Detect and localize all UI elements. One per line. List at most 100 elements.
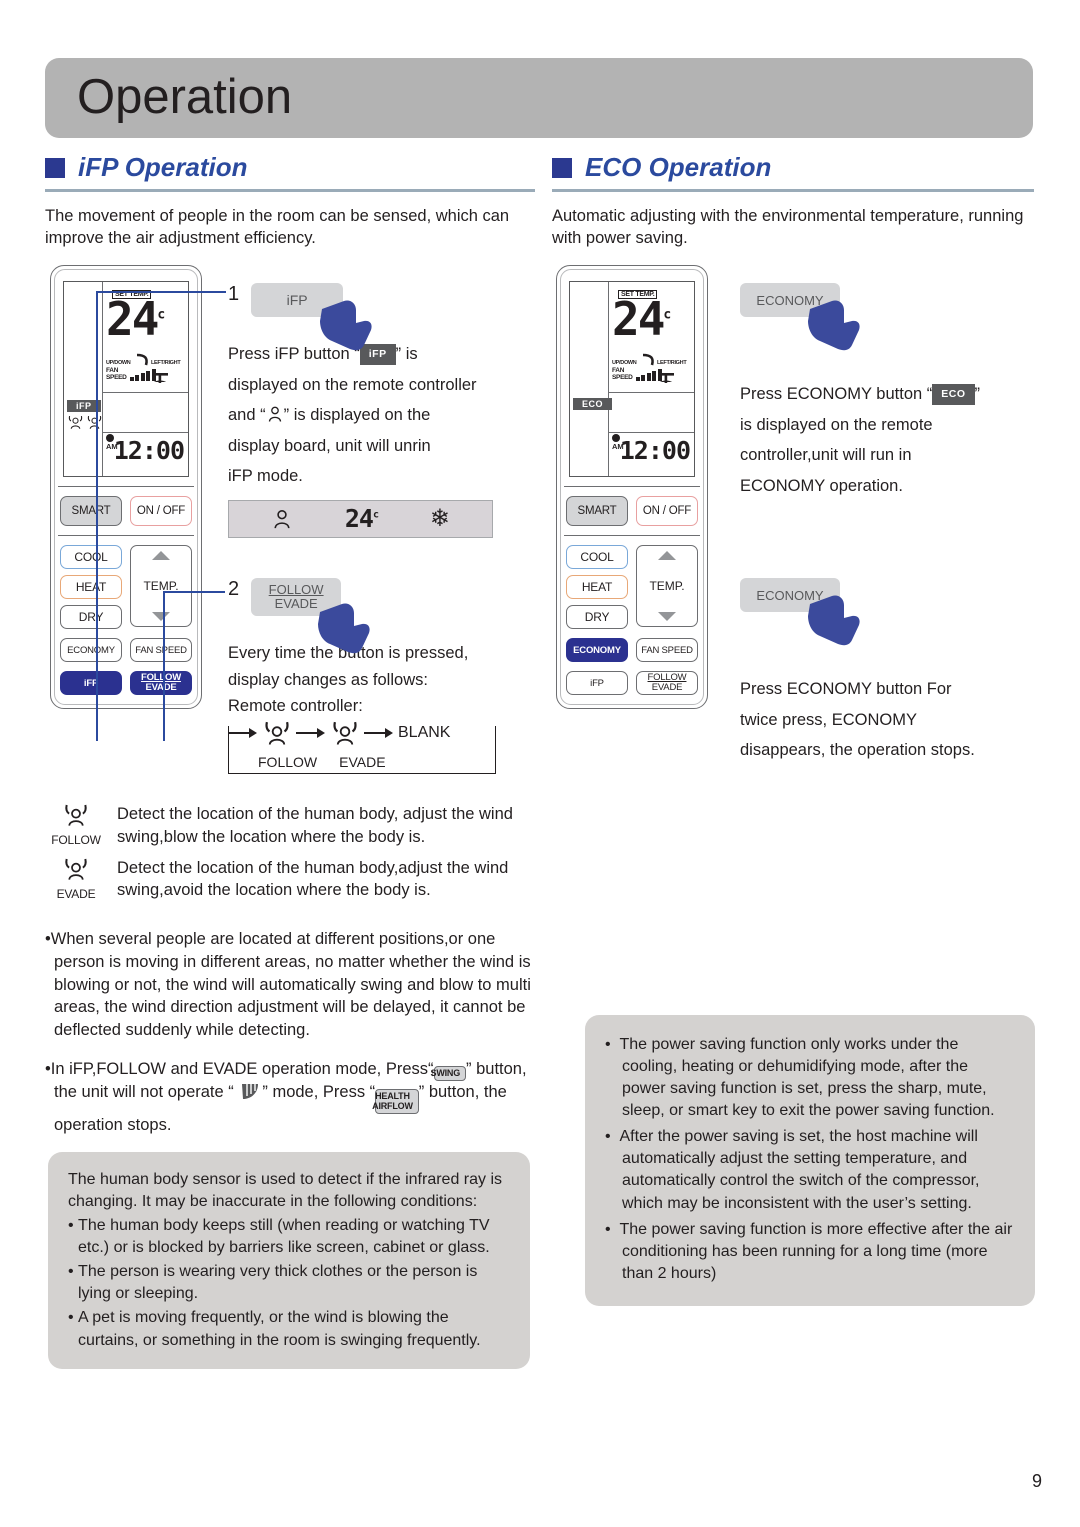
remote-button-fan-speed[interactable]: FAN SPEED [636,638,698,663]
lcd-leftright-label: LEFT/RIGHT [151,360,181,366]
section-bullet-square-icon [552,157,572,178]
arrow-icon-1 [228,728,258,739]
follow-evade-legend: FOLLOW Detect the location of the human … [45,803,545,910]
legend-evade-text: Detect the location of the human body,ad… [117,858,509,900]
fan-speed-bars-icon [635,369,662,381]
remote-button-smart[interactable]: SMART [60,496,122,527]
step-2-number: 2 [228,578,240,600]
remote-button-ifp[interactable]: iFP [60,671,122,696]
remote-row-smart: SMART ON / OFF [58,496,194,527]
remote-separator-2 [564,535,700,537]
lcd-temperature-unit: c [157,307,166,323]
remote-temp-pad[interactable]: TEMP. [636,545,698,628]
note-left-item-2: • The person is wearing very thick cloth… [68,1263,478,1303]
lcd-fan-label: FAN SPEED [612,367,633,381]
eco-step-2-line2: twice press, ECONOMY [740,710,917,729]
remote-row-smart: SMART ON / OFF [564,496,700,527]
step-2-line2: display changes as follows: [228,670,428,689]
flow-label-blank: BLANK [398,724,451,742]
remote-row-modes: COOL HEAT DRY TEMP. [58,545,194,630]
step-1-text: Press iFP button “iFP” is displayed on t… [228,339,528,492]
section-heading-eco: ECO Operation [552,152,1034,183]
step-1-block: 1 iFP Press iFP button “iFP” is displaye… [228,283,528,538]
remote-button-on-off[interactable]: ON / OFF [636,496,698,527]
temp-up-arrow-icon[interactable] [152,551,170,561]
note-right-list: • The power saving function only works u… [605,1034,1015,1285]
remote-button-smart[interactable]: SMART [566,496,628,527]
note-right-item-3: • The power saving function is more effe… [605,1220,1013,1282]
temp-up-arrow-icon[interactable] [658,551,676,561]
remote-button-follow-evade[interactable]: FOLLOW EVADE [130,671,192,696]
lcd-temperature-value: 24 [612,292,665,346]
legend-evade-label: EVADE [56,886,96,901]
lcd-hrule-2 [102,432,188,434]
arrow-icon-3 [364,728,394,739]
section-bullet-square-icon [45,157,65,178]
lcd-hrule-1 [102,392,188,394]
board-temperature: 24c [344,504,379,534]
arrow-icon-2 [296,728,326,739]
eco-step-2-text: Press ECONOMY button For twice press, EC… [740,674,1040,766]
note-box-human-body-sensor: The human body sensor is used to detect … [48,1152,530,1369]
left-bullet-list: •When several people are located at diff… [45,928,545,1153]
lcd-fan-speed: FAN SPEED [106,367,156,381]
board-person-icon [274,509,290,528]
eco-step-1-line4: ECONOMY operation. [740,476,903,495]
remote-temp-pad[interactable]: TEMP. [130,545,192,628]
pointing-hand-icon [318,603,370,654]
section-title-ifp: iFP Operation [78,152,248,182]
pointing-hand-icon [320,300,372,351]
remote-button-fan-speed[interactable]: FAN SPEED [130,638,192,663]
legend-follow-text: Detect the location of the human body, a… [117,805,513,846]
intro-text-eco: Automatic adjusting with the environment… [552,207,1024,248]
health-airflow-button-icon: HEALTH AIRFLOW [372,1089,419,1115]
leader-line-fe-h [163,591,225,593]
leader-line-ifp-h [96,291,226,293]
pointing-hand-icon [808,300,860,351]
page-header-banner: Operation [45,58,1033,138]
eco-step-2-line3: disappears, the operation stops. [740,741,975,760]
section-rule [552,189,1034,192]
remote-button-follow-evade[interactable]: FOLLOW EVADE [636,671,698,696]
remote-button-on-off[interactable]: ON / OFF [130,496,192,527]
flow-label-follow: FOLLOW [258,754,318,771]
remote-row-ifp-followevade: iFP FOLLOW EVADE [58,671,194,696]
inline-tag-eco: ECO [932,384,975,406]
temp-down-arrow-icon[interactable] [152,612,170,622]
remote-button-dry[interactable]: DRY [566,605,628,630]
remote-temp-label: TEMP. [649,579,685,594]
lcd-temperature-value: 24 [106,292,159,346]
lcd-updown-label: UP/DOWN [612,360,637,366]
remote-button-dry[interactable]: DRY [60,605,122,630]
flow-sequence: BLANK [228,720,496,746]
lcd-clock-time: 12:00 [113,436,185,465]
section-rule [45,189,535,192]
note-left-list: • The human body keeps still (when readi… [68,1215,510,1351]
swing-button-icon: ↕ SWING [431,1065,467,1082]
step-1-line4: display board, unit will unrin [228,436,431,455]
remote-button-cool[interactable]: COOL [566,545,628,570]
step-2-block: 2 FOLLOW EVADE Every time the button is p… [228,578,528,784]
legend-evade-icon-group: EVADE [45,857,107,901]
remote-button-economy[interactable]: ECONOMY [60,638,122,663]
updown-swing-icon [136,353,148,366]
remote-button-economy[interactable]: ECONOMY [566,638,628,663]
flow-labels: FOLLOW EVADE [258,754,478,770]
remote-separator-2 [58,535,194,537]
eco-step-1-block: ECONOMY Press ECONOMY button “ECO” is di… [740,283,1040,501]
eco-step-2-line1: Press ECONOMY button For [740,680,952,698]
temp-down-arrow-icon[interactable] [658,612,676,622]
legend-follow-icon-group: FOLLOW [45,803,107,847]
remote-row-modes: COOL HEAT DRY TEMP. [564,545,700,630]
remote-row-economy-fanspeed: ECONOMY FAN SPEED [564,638,700,663]
remote-button-heat[interactable]: HEAT [60,575,122,600]
remote-button-cool[interactable]: COOL [60,545,122,570]
step-2-line3: Remote controller: [228,697,363,716]
lcd-temperature: 24c [612,296,671,342]
note-right-item-1: • The power saving function only works u… [605,1036,995,1120]
note-box-power-saving: • The power saving function only works u… [585,1015,1035,1306]
remote-button-heat[interactable]: HEAT [566,575,628,600]
remote-controller-eco: SET TEMP. 24c UP/DOWN LEFT/RIGHT FAN SPE… [556,265,708,710]
remote-button-ifp[interactable]: iFP [566,671,628,696]
eco-step-1-line3: controller,unit will run in [740,446,912,465]
